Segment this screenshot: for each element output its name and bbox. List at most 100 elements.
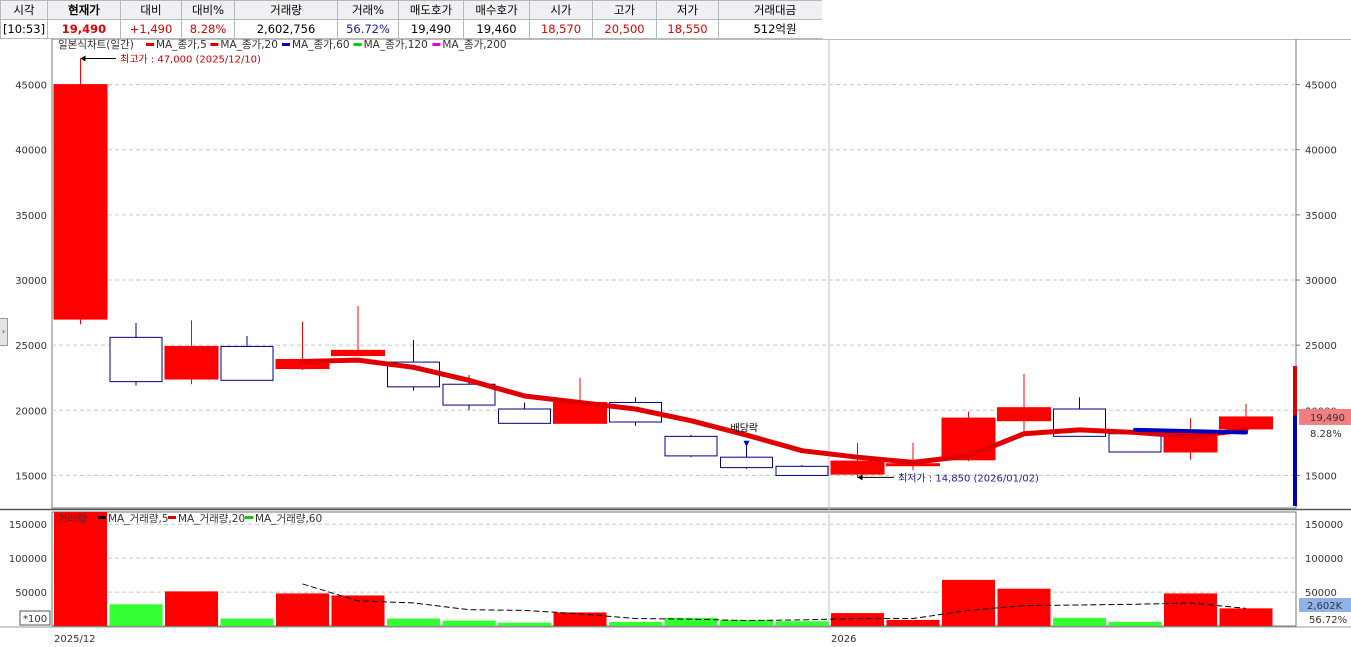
value-amount: 512억원 <box>718 19 832 39</box>
candle-1 <box>53 58 108 325</box>
price-tick-label-right: 45000 <box>1305 81 1337 92</box>
header-volume-pct: 거래% <box>337 0 399 20</box>
volume-bar-22 <box>1219 608 1273 626</box>
volume-bar-3 <box>165 591 218 626</box>
value-time: [10:53] <box>0 19 48 39</box>
volume-tick-label-left: 100000 <box>9 554 47 565</box>
current-pct-text: 8.28% <box>1310 429 1342 440</box>
stock-chart[interactable]: 1500015000200002000025000250003000030000… <box>0 39 1351 647</box>
volume-tick-label-right: 50000 <box>1305 588 1337 599</box>
value-high: 20,500 <box>592 19 657 39</box>
value-ask: 19,490 <box>398 19 464 39</box>
volume-pane <box>51 511 1297 627</box>
price-legend-swatch <box>146 43 154 46</box>
candle-12 <box>664 435 718 458</box>
price-tick-label-left: 30000 <box>15 276 47 287</box>
price-tick-label-right: 15000 <box>1305 471 1337 482</box>
header-change: 대비 <box>120 0 182 20</box>
volume-unit-text: *100 <box>23 614 47 625</box>
price-tick-label-right: 25000 <box>1305 341 1337 352</box>
header-amount: 거래대금 <box>718 0 832 20</box>
candle-body-down <box>664 435 718 457</box>
price-legend-item-3: MA_종가,60 <box>292 39 350 51</box>
price-tick-label-right: 35000 <box>1305 211 1337 222</box>
volume-tick-label-left: 150000 <box>9 520 47 531</box>
volume-bar-13 <box>720 619 773 626</box>
x-label-year: 2026 <box>831 634 856 645</box>
price-legend-item-4: MA_종가,120 <box>364 39 428 51</box>
value-change-pct: 8.28% <box>181 19 235 39</box>
volume-bar-11 <box>609 621 662 626</box>
volume-legend-title: 거래량 <box>58 513 87 525</box>
volume-legend-item-1: MA_거래량,5 <box>108 513 169 525</box>
price-tick-label-right: 40000 <box>1305 146 1337 157</box>
price-legend-item-2: MA_종가,20 <box>220 39 278 51</box>
candle-body-down <box>720 456 773 469</box>
volume-bar-19 <box>1053 617 1106 626</box>
volume-bar-20 <box>1108 621 1162 626</box>
volume-legend-item-2: MA_거래량,20 <box>178 513 245 525</box>
candle-14 <box>775 465 829 476</box>
header-bid: 매수호가 <box>463 0 530 20</box>
header-high: 고가 <box>592 0 657 20</box>
price-tick-label-right: 30000 <box>1305 276 1337 287</box>
volume-bar-5 <box>276 593 329 626</box>
candle-body-down <box>1108 433 1162 453</box>
candle-body-up <box>53 84 108 320</box>
value-change: +1,490 <box>120 19 182 39</box>
volume-bar-7 <box>387 618 440 626</box>
header-filler <box>822 0 1351 40</box>
header-open: 시가 <box>529 0 593 20</box>
header-change-pct: 대비% <box>181 0 235 20</box>
volume-legend-swatch <box>168 516 176 519</box>
volume-bar-10 <box>553 612 607 626</box>
price-legend-swatch <box>282 43 290 46</box>
candle-body-up <box>164 345 219 380</box>
volume-bar-16 <box>886 619 940 626</box>
volume-bar-2 <box>109 604 163 626</box>
volume-bar-15 <box>831 613 884 626</box>
volume-tick-label-left: 50000 <box>15 588 47 599</box>
volume-bar-8 <box>442 620 496 626</box>
value-volume-pct: 56.72% <box>337 19 399 39</box>
price-legend-swatch <box>432 43 441 46</box>
high-price-note: 최고가 : 47,000 (2025/12/10) <box>120 54 261 66</box>
price-legend-swatch <box>353 43 362 46</box>
current-price-badge-text: 19,490 <box>1310 413 1345 424</box>
value-low: 18,550 <box>656 19 719 39</box>
volume-pct-text: 56.72% <box>1309 615 1347 626</box>
value-volume: 2,602,756 <box>234 19 338 39</box>
volume-bar-14 <box>775 621 829 626</box>
candle-body-down <box>775 465 829 476</box>
price-legend-item-1: MA_종가,5 <box>156 39 207 51</box>
price-range-bar-up <box>1293 365 1297 416</box>
x-label-start: 2025/12 <box>54 634 96 645</box>
price-tick-label-left: 40000 <box>15 146 47 157</box>
volume-tick-label-right: 150000 <box>1305 520 1343 531</box>
side-panel-toggle[interactable]: › <box>0 318 8 346</box>
ma-line-blue <box>1133 427 1248 435</box>
price-tick-label-left: 25000 <box>15 341 47 352</box>
quote-table: 시각 현재가 대비 대비% 거래량 거래% 매도호가 매수호가 시가 고가 저가… <box>0 0 832 39</box>
header-current-price: 현재가 <box>47 0 121 20</box>
candle-body-up <box>1219 416 1273 430</box>
header-ask: 매도호가 <box>398 0 464 20</box>
ex-dividend-label: 배당락 <box>731 423 759 435</box>
volume-tick-label-right: 100000 <box>1305 554 1343 565</box>
volume-bar-17 <box>942 579 995 626</box>
volume-legend-item-3: MA_거래량,60 <box>255 513 322 525</box>
value-current-price: 19,490 <box>47 19 121 39</box>
volume-legend-swatch <box>245 516 253 519</box>
price-tick-label-left: 15000 <box>15 471 47 482</box>
candle-body-up <box>331 349 385 357</box>
header-volume: 거래량 <box>234 0 338 20</box>
header-time: 시각 <box>0 0 48 20</box>
candle-body-up <box>830 460 885 475</box>
price-tick-label-left: 45000 <box>15 81 47 92</box>
low-price-note: 최저가 : 14,850 (2026/01/02) <box>898 472 1039 484</box>
candle-body-down <box>109 336 163 383</box>
price-tick-label-left: 20000 <box>15 406 47 417</box>
candle-body-up <box>997 407 1051 422</box>
price-tick-label-left: 35000 <box>15 211 47 222</box>
volume-bar-9 <box>498 622 551 626</box>
